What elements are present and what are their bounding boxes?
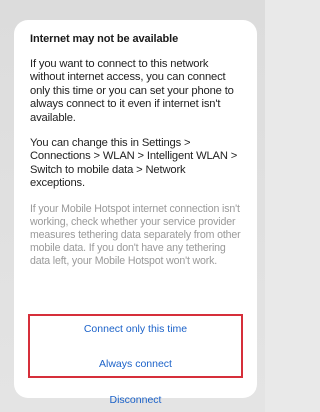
network-warning-dialog: Internet may not be available If you wan… <box>14 20 257 406</box>
dialog-paragraph-connect-info: If you want to connect to this network w… <box>30 58 234 124</box>
disconnect-button[interactable]: Disconnect <box>28 394 243 406</box>
highlighted-action-group: Connect only this time Always connect <box>28 314 243 378</box>
connect-only-this-time-button[interactable]: Connect only this time <box>30 323 241 335</box>
screen-background: Internet may not be available If you wan… <box>0 0 265 412</box>
dialog-paragraph-hotspot-note: If your Mobile Hotspot internet connecti… <box>30 202 241 267</box>
dialog-title: Internet may not be available <box>30 33 179 45</box>
always-connect-button[interactable]: Always connect <box>30 358 241 370</box>
dialog-paragraph-settings-path: You can change this in Settings > Connec… <box>30 137 238 190</box>
